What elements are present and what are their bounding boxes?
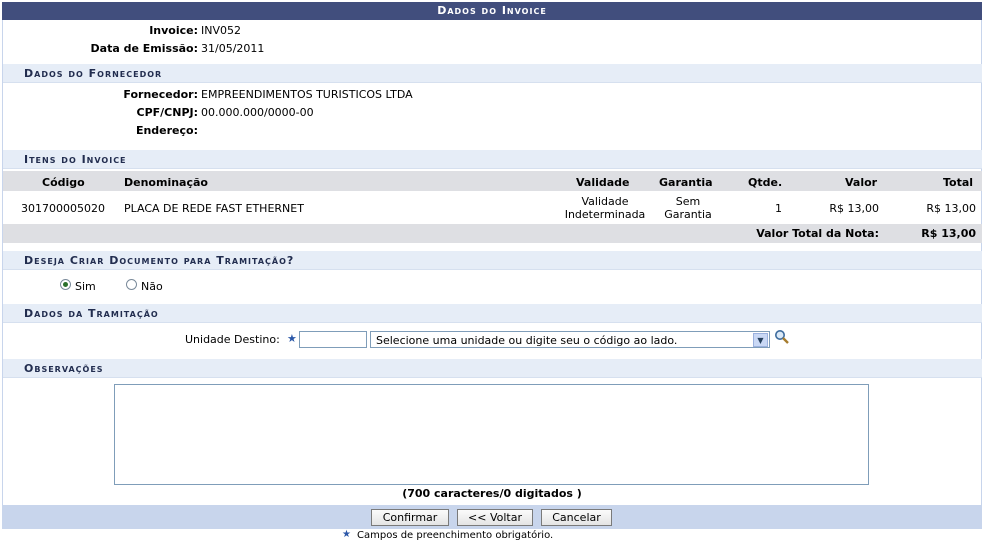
- col-name-header: Denominação: [124, 176, 208, 189]
- issue-date-value: 31/05/2011: [201, 42, 265, 55]
- unit-select-value: Selecione uma unidade ou digite seu o có…: [376, 334, 678, 347]
- unit-select[interactable]: Selecione uma unidade ou digite seu o có…: [370, 331, 770, 348]
- row-warranty-1: Sem: [675, 195, 701, 208]
- yes-label: Sim: [75, 280, 96, 293]
- page-title: Dados do Invoice: [2, 2, 982, 20]
- col-warranty-header: Garantia: [659, 176, 713, 189]
- required-star-icon: ★: [287, 332, 297, 345]
- footnote-star-icon: ★: [342, 529, 351, 540]
- cpf-cnpj-value: 00.000.000/0000-00: [201, 106, 314, 119]
- no-radio[interactable]: [126, 279, 137, 290]
- cancel-button[interactable]: Cancelar: [541, 509, 612, 526]
- total-label: Valor Total da Nota:: [756, 227, 879, 240]
- total-value: R$ 13,00: [921, 227, 976, 240]
- unit-label: Unidade Destino:: [185, 333, 280, 346]
- address-label: Endereço:: [135, 124, 198, 137]
- invoice-value: INV052: [201, 24, 241, 37]
- row-total: R$ 13,00: [926, 202, 976, 215]
- confirm-button[interactable]: Confirmar: [371, 509, 449, 526]
- row-code: 301700005020: [21, 202, 105, 215]
- col-total-header: Total: [943, 176, 974, 189]
- chevron-down-icon[interactable]: ▼: [753, 333, 768, 347]
- unit-code-input[interactable]: [299, 331, 367, 348]
- supplier-value: EMPREENDIMENTOS TURISTICOS LTDA: [201, 88, 413, 101]
- row-validity-1: Validade: [581, 195, 629, 208]
- required-footnote: Campos de preenchimento obrigatório.: [357, 530, 554, 541]
- col-value-header: Valor: [845, 176, 878, 189]
- supplier-section-header: Dados do Fornecedor: [3, 64, 982, 83]
- char-counter: (700 caracteres/0 digitados ): [402, 487, 582, 500]
- row-validity-2: Indeterminada: [564, 208, 646, 221]
- row-value: R$ 13,00: [829, 202, 879, 215]
- no-label: Não: [141, 280, 163, 293]
- col-qty-header: Qtde.: [748, 176, 783, 189]
- tramitacao-section-header: Dados da Tramitação: [3, 304, 982, 323]
- row-qty: 1: [775, 202, 782, 215]
- invoice-label: Invoice:: [149, 24, 198, 37]
- back-button[interactable]: << Voltar: [457, 509, 533, 526]
- yes-radio[interactable]: [60, 279, 71, 290]
- col-code-header: Código: [42, 176, 85, 189]
- issue-date-label: Data de Emissão:: [90, 42, 198, 55]
- observations-section-header: Observações: [3, 359, 982, 378]
- search-icon[interactable]: [774, 329, 790, 345]
- cpf-cnpj-label: CPF/CNPJ:: [136, 106, 199, 119]
- row-name: PLACA DE REDE FAST ETHERNET: [124, 202, 304, 215]
- col-validity-header: Validade: [576, 176, 630, 189]
- supplier-label: Fornecedor:: [123, 88, 198, 101]
- observations-textarea[interactable]: [114, 384, 869, 485]
- tramitacao-question-header: Deseja Criar Documento para Tramitação?: [3, 251, 982, 270]
- items-section-header: Itens do Invoice: [3, 150, 982, 169]
- row-warranty-2: Garantia: [664, 208, 712, 221]
